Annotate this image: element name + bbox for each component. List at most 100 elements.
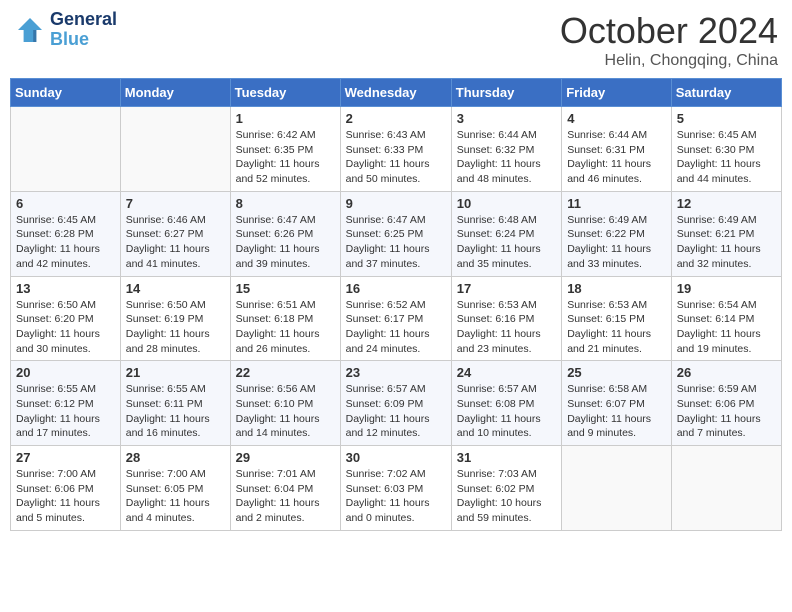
calendar-cell: 28Sunrise: 7:00 AMSunset: 6:05 PMDayligh… (120, 446, 230, 531)
day-info: Sunrise: 6:47 AMSunset: 6:25 PMDaylight:… (346, 213, 446, 272)
calendar-cell: 17Sunrise: 6:53 AMSunset: 6:16 PMDayligh… (451, 276, 561, 361)
calendar-cell: 21Sunrise: 6:55 AMSunset: 6:11 PMDayligh… (120, 361, 230, 446)
location: Helin, Chongqing, China (560, 52, 778, 70)
calendar-week-row: 13 Sunrise: 6:50 AMSunset: 6:20 PMDayligh… (11, 276, 782, 361)
day-info: Sunrise: 6:56 AMSunset: 6:10 PMDaylight:… (236, 382, 335, 441)
calendar-cell: 31 Sunrise: 7:03 AMSunset: 6:02 PMDayligh… (451, 446, 561, 531)
month-title: October 2024 (560, 10, 778, 52)
calendar-cell: 5 Sunrise: 6:45 AMSunset: 6:30 PMDaylight… (671, 107, 781, 192)
calendar-cell: 3 Sunrise: 6:44 AMSunset: 6:32 PMDaylight… (451, 107, 561, 192)
day-info: Sunrise: 6:55 AMSunset: 6:11 PMDaylight:… (126, 382, 225, 441)
calendar-cell: 10 Sunrise: 6:48 AMSunset: 6:24 PMDayligh… (451, 191, 561, 276)
weekday-header: Tuesday (230, 79, 340, 107)
day-number: 1 (236, 111, 335, 126)
day-number: 13 (16, 281, 115, 296)
day-info: Sunrise: 6:49 AMSunset: 6:22 PMDaylight:… (567, 213, 666, 272)
calendar-cell: 27 Sunrise: 7:00 AMSunset: 6:06 PMDayligh… (11, 446, 121, 531)
day-info: Sunrise: 6:44 AMSunset: 6:31 PMDaylight:… (567, 128, 666, 187)
day-number: 30 (346, 450, 446, 465)
calendar-cell: 6Sunrise: 6:45 AMSunset: 6:28 PMDaylight… (11, 191, 121, 276)
calendar-week-row: 27 Sunrise: 7:00 AMSunset: 6:06 PMDayligh… (11, 446, 782, 531)
day-info: Sunrise: 6:55 AMSunset: 6:12 PMDaylight:… (16, 382, 115, 441)
day-number: 26 (677, 365, 776, 380)
weekday-header-row: SundayMondayTuesdayWednesdayThursdayFrid… (11, 79, 782, 107)
calendar-cell: 12 Sunrise: 6:49 AMSunset: 6:21 PMDayligh… (671, 191, 781, 276)
day-number: 2 (346, 111, 446, 126)
calendar-cell: 25 Sunrise: 6:58 AMSunset: 6:07 PMDayligh… (562, 361, 672, 446)
day-number: 31 (457, 450, 556, 465)
day-number: 18 (567, 281, 666, 296)
day-number: 19 (677, 281, 776, 296)
calendar-cell: 15Sunrise: 6:51 AMSunset: 6:18 PMDayligh… (230, 276, 340, 361)
calendar-week-row: 20 Sunrise: 6:55 AMSunset: 6:12 PMDayligh… (11, 361, 782, 446)
day-number: 20 (16, 365, 115, 380)
day-number: 10 (457, 196, 556, 211)
calendar-cell (11, 107, 121, 192)
weekday-header: Friday (562, 79, 672, 107)
calendar-cell: 13 Sunrise: 6:50 AMSunset: 6:20 PMDayligh… (11, 276, 121, 361)
day-number: 22 (236, 365, 335, 380)
day-number: 8 (236, 196, 335, 211)
day-info: Sunrise: 7:00 AMSunset: 6:06 PMDaylight:… (16, 467, 115, 526)
day-info: Sunrise: 6:59 AMSunset: 6:06 PMDaylight:… (677, 382, 776, 441)
calendar-cell: 16Sunrise: 6:52 AMSunset: 6:17 PMDayligh… (340, 276, 451, 361)
calendar-cell: 19Sunrise: 6:54 AMSunset: 6:14 PMDayligh… (671, 276, 781, 361)
weekday-header: Saturday (671, 79, 781, 107)
weekday-header: Sunday (11, 79, 121, 107)
calendar: SundayMondayTuesdayWednesdayThursdayFrid… (10, 78, 782, 531)
calendar-cell: 23 Sunrise: 6:57 AMSunset: 6:09 PMDayligh… (340, 361, 451, 446)
calendar-cell: 14Sunrise: 6:50 AMSunset: 6:19 PMDayligh… (120, 276, 230, 361)
day-info: Sunrise: 6:49 AMSunset: 6:21 PMDaylight:… (677, 213, 776, 272)
day-number: 3 (457, 111, 556, 126)
day-number: 27 (16, 450, 115, 465)
calendar-cell: 1Sunrise: 6:42 AMSunset: 6:35 PMDaylight… (230, 107, 340, 192)
weekday-header: Wednesday (340, 79, 451, 107)
calendar-cell: 26 Sunrise: 6:59 AMSunset: 6:06 PMDayligh… (671, 361, 781, 446)
calendar-cell: 8 Sunrise: 6:47 AMSunset: 6:26 PMDaylight… (230, 191, 340, 276)
day-info: Sunrise: 6:48 AMSunset: 6:24 PMDaylight:… (457, 213, 556, 272)
day-info: Sunrise: 6:57 AMSunset: 6:09 PMDaylight:… (346, 382, 446, 441)
calendar-week-row: 6Sunrise: 6:45 AMSunset: 6:28 PMDaylight… (11, 191, 782, 276)
day-info: Sunrise: 6:45 AMSunset: 6:28 PMDaylight:… (16, 213, 115, 272)
logo: General Blue (14, 10, 117, 50)
day-number: 25 (567, 365, 666, 380)
calendar-cell: 29 Sunrise: 7:01 AMSunset: 6:04 PMDayligh… (230, 446, 340, 531)
day-info: Sunrise: 6:53 AMSunset: 6:15 PMDaylight:… (567, 298, 666, 357)
calendar-cell (562, 446, 672, 531)
day-info: Sunrise: 7:03 AMSunset: 6:02 PMDaylight:… (457, 467, 556, 526)
calendar-cell (671, 446, 781, 531)
logo-line2: Blue (50, 30, 117, 50)
calendar-cell: 9 Sunrise: 6:47 AMSunset: 6:25 PMDaylight… (340, 191, 451, 276)
day-number: 23 (346, 365, 446, 380)
title-block: October 2024 Helin, Chongqing, China (560, 10, 778, 70)
weekday-header: Thursday (451, 79, 561, 107)
day-info: Sunrise: 6:47 AMSunset: 6:26 PMDaylight:… (236, 213, 335, 272)
logo-icon (14, 14, 46, 46)
day-info: Sunrise: 6:58 AMSunset: 6:07 PMDaylight:… (567, 382, 666, 441)
logo-line1: General (50, 10, 117, 30)
page-header: General Blue October 2024 Helin, Chongqi… (10, 10, 782, 70)
calendar-cell: 4 Sunrise: 6:44 AMSunset: 6:31 PMDaylight… (562, 107, 672, 192)
day-info: Sunrise: 6:44 AMSunset: 6:32 PMDaylight:… (457, 128, 556, 187)
day-number: 28 (126, 450, 225, 465)
day-number: 29 (236, 450, 335, 465)
day-number: 24 (457, 365, 556, 380)
day-number: 14 (126, 281, 225, 296)
logo-text: General Blue (50, 10, 117, 50)
calendar-cell: 24 Sunrise: 6:57 AMSunset: 6:08 PMDayligh… (451, 361, 561, 446)
calendar-cell (120, 107, 230, 192)
weekday-header: Monday (120, 79, 230, 107)
day-info: Sunrise: 6:50 AMSunset: 6:20 PMDaylight:… (16, 298, 115, 357)
day-info: Sunrise: 6:43 AMSunset: 6:33 PMDaylight:… (346, 128, 446, 187)
day-info: Sunrise: 6:45 AMSunset: 6:30 PMDaylight:… (677, 128, 776, 187)
day-number: 12 (677, 196, 776, 211)
day-number: 5 (677, 111, 776, 126)
day-info: Sunrise: 6:57 AMSunset: 6:08 PMDaylight:… (457, 382, 556, 441)
day-info: Sunrise: 6:51 AMSunset: 6:18 PMDaylight:… (236, 298, 335, 357)
day-number: 4 (567, 111, 666, 126)
day-info: Sunrise: 7:01 AMSunset: 6:04 PMDaylight:… (236, 467, 335, 526)
calendar-cell: 22 Sunrise: 6:56 AMSunset: 6:10 PMDayligh… (230, 361, 340, 446)
day-number: 9 (346, 196, 446, 211)
day-info: Sunrise: 6:46 AMSunset: 6:27 PMDaylight:… (126, 213, 225, 272)
calendar-cell: 20 Sunrise: 6:55 AMSunset: 6:12 PMDayligh… (11, 361, 121, 446)
